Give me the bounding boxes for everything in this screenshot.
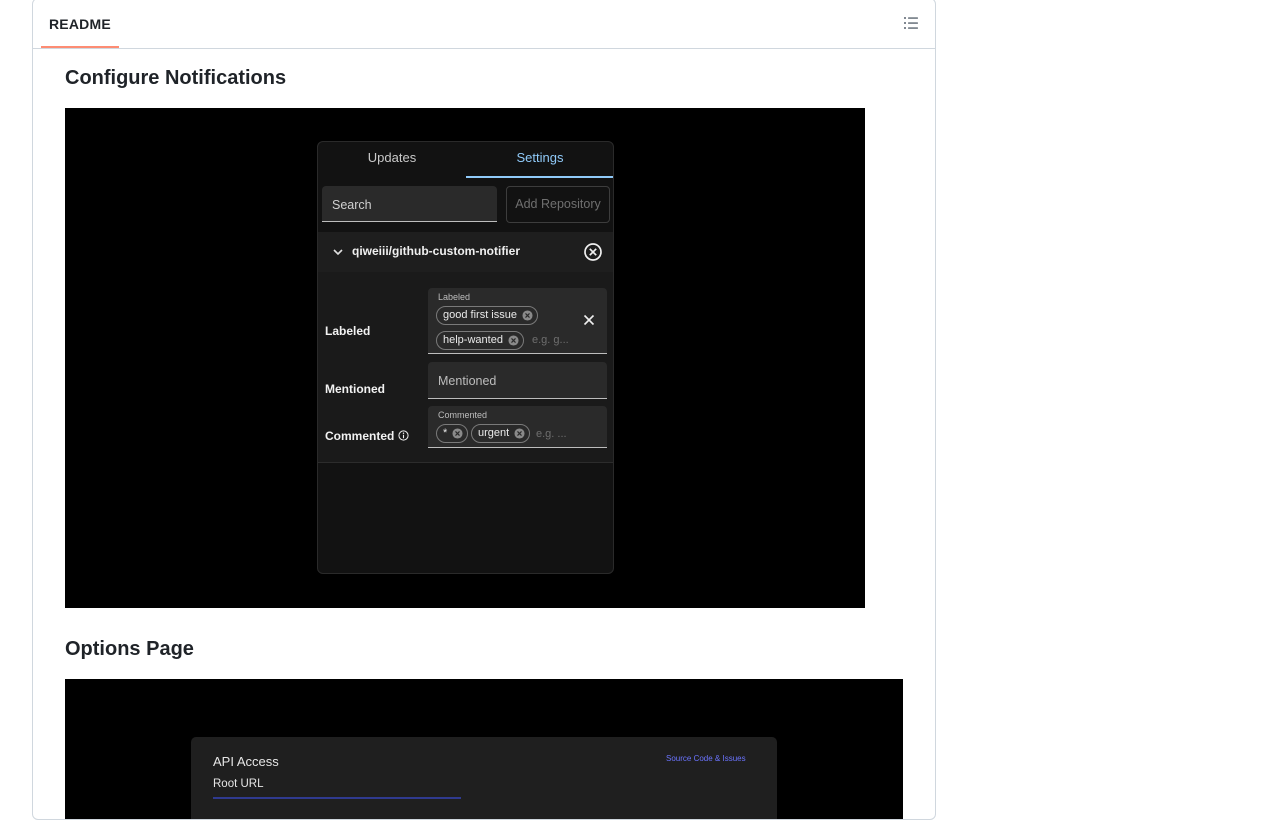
readme-tab[interactable]: README — [41, 1, 119, 48]
root-url-label: Root URL — [213, 778, 264, 790]
section-heading-options: Options Page — [65, 638, 194, 660]
chip-urgent[interactable]: urgent — [471, 424, 531, 443]
labeled-input-hint[interactable]: e.g. g... — [532, 334, 569, 346]
source-code-link[interactable]: Source Code & Issues — [666, 754, 746, 763]
add-repository-button[interactable]: Add Repository — [506, 186, 610, 223]
tab-updates[interactable]: Updates — [318, 142, 466, 178]
commented-field[interactable]: Commented * urgent e.g. ... — [428, 406, 607, 448]
info-icon[interactable] — [398, 430, 409, 441]
chip-asterisk[interactable]: * — [436, 424, 469, 443]
chip-good-first-issue[interactable]: good first issue — [436, 306, 538, 325]
remove-circle-icon[interactable] — [583, 242, 603, 262]
repo-name: qiweiii/github-custom-notifier — [352, 244, 520, 258]
chip-text: urgent — [478, 427, 510, 439]
mentioned-placeholder: Mentioned — [438, 374, 497, 388]
readme-header: README — [33, 0, 935, 49]
popup-tabs: Updates Settings — [318, 142, 613, 178]
labeled-label: Labeled — [325, 324, 371, 338]
labeled-field[interactable]: Labeled good first issue help-wanted e.g… — [428, 288, 607, 354]
repo-row[interactable]: qiweiii/github-custom-notifier — [318, 232, 613, 272]
chip-text: good first issue — [443, 309, 517, 321]
commented-label: Commented — [325, 429, 395, 443]
mentioned-label: Mentioned — [325, 382, 385, 396]
mentioned-field[interactable]: Mentioned — [428, 362, 607, 399]
chip-remove-icon[interactable] — [522, 310, 533, 321]
chip-remove-icon[interactable] — [514, 428, 525, 439]
options-screenshot: API Access Source Code & Issues Root URL — [65, 679, 903, 819]
chip-text: * — [443, 427, 448, 439]
chip-remove-icon[interactable] — [508, 335, 519, 346]
options-panel: API Access Source Code & Issues Root URL — [191, 737, 777, 819]
readme-container: README Configure Notifications Updates S… — [32, 0, 936, 820]
labeled-field-label: Labeled — [438, 292, 471, 302]
commented-input-hint[interactable]: e.g. ... — [536, 428, 567, 440]
tab-settings[interactable]: Settings — [466, 142, 613, 178]
close-icon[interactable] — [583, 314, 595, 326]
chip-text: help-wanted — [443, 334, 503, 346]
chip-help-wanted[interactable]: help-wanted — [436, 331, 524, 350]
repo-settings: Labeled Labeled good first issue help-wa… — [318, 272, 613, 463]
search-input[interactable]: Search — [322, 186, 497, 222]
chevron-down-icon[interactable] — [332, 246, 344, 258]
root-url-input[interactable] — [213, 797, 461, 819]
notifications-screenshot: Updates Settings Search Add Repository q… — [65, 108, 865, 608]
chip-remove-icon[interactable] — [452, 428, 463, 439]
list-unordered-icon[interactable] — [903, 15, 919, 31]
extension-popup: Updates Settings Search Add Repository q… — [317, 141, 614, 574]
commented-field-label: Commented — [438, 410, 488, 420]
section-heading-notifications: Configure Notifications — [65, 67, 287, 89]
api-access-title: API Access — [213, 754, 279, 769]
